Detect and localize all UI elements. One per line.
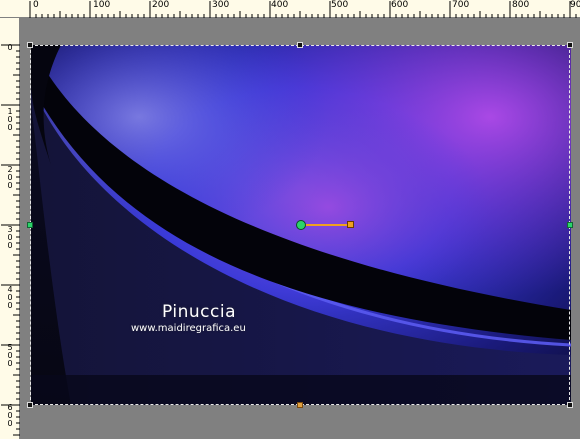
ruler-label: 90 (570, 0, 580, 10)
horizontal-ruler-ticks (29, 1, 577, 18)
resize-handle-right[interactable] (567, 222, 573, 228)
ruler-label-digit: 0 (7, 419, 13, 428)
ruler-label: 100 (6, 108, 14, 132)
ruler-label-digit: 0 (7, 359, 13, 368)
ruler-label: 400 (271, 0, 289, 10)
ruler-label: 300 (212, 0, 230, 10)
ruler-label: 500 (331, 0, 349, 10)
resize-handle-bottom-right[interactable] (567, 402, 573, 408)
rotation-pivot-handle[interactable] (296, 220, 306, 230)
resize-handle-bottom-left[interactable] (27, 402, 33, 408)
rotation-line (303, 224, 351, 226)
ruler-label: 0 (33, 0, 39, 10)
ruler-label: 800 (512, 0, 530, 10)
ruler-label: 100 (93, 0, 111, 10)
resize-handle-left[interactable] (27, 222, 33, 228)
ruler-label-text: 0 (7, 43, 13, 52)
ruler-label-digit: 0 (7, 301, 13, 310)
ruler-label: 600 (391, 0, 409, 10)
ruler-label: 500 (6, 344, 14, 368)
ruler-label: 0 (6, 44, 14, 52)
signature-url: www.maidiregrafica.eu (131, 323, 246, 334)
resize-handle-top-right[interactable] (567, 42, 573, 48)
horizontal-ruler[interactable]: 0 100 200 300 400 500 600 700 800 90 (0, 0, 580, 18)
ruler-label: 600 (6, 404, 14, 428)
rotation-handle[interactable] (347, 221, 354, 228)
resize-handle-bottom[interactable] (297, 402, 303, 408)
ruler-label-digit: 0 (7, 123, 13, 132)
ruler-label: 200 (152, 0, 170, 10)
ruler-label: 400 (6, 286, 14, 310)
signature-name: Pinuccia (162, 302, 236, 322)
ruler-label: 300 (6, 226, 14, 250)
ruler-label-digit: 0 (7, 241, 13, 250)
ruler-label: 700 (452, 0, 470, 10)
ruler-label-digit: 0 (7, 181, 13, 190)
vertical-ruler[interactable]: 0 100 200 300 400 500 600 (0, 18, 20, 439)
resize-handle-top-left[interactable] (27, 42, 33, 48)
resize-handle-top[interactable] (297, 42, 303, 48)
ruler-label: 200 (6, 166, 14, 190)
